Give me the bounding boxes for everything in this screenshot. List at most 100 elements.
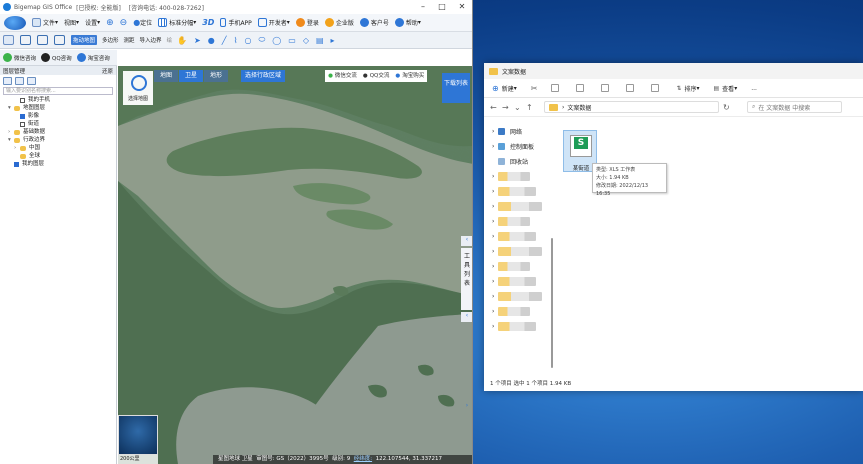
layer-tree-item[interactable]: 我的图层 [4, 160, 116, 168]
view-button[interactable]: ▤ 查看 ▾ [714, 84, 738, 93]
taobao-buy-button[interactable]: ● 淘宝购买 [392, 70, 428, 82]
layer-tree-item[interactable]: › 基础数据 [4, 128, 116, 136]
nav-scrollbar[interactable] [551, 238, 553, 368]
layer-search-input[interactable]: 输入要识别名称搜索... [3, 87, 113, 95]
coords-label-link[interactable]: 经纬度: [354, 456, 372, 462]
layer-checkbox[interactable] [14, 161, 19, 167]
back-icon[interactable]: ← [490, 103, 502, 112]
nav-item-folder[interactable]: › [484, 274, 554, 289]
copy-icon[interactable] [551, 84, 562, 92]
address-bar[interactable]: › 文案数据 [544, 101, 719, 113]
add-folder-icon[interactable] [3, 76, 12, 85]
close-icon[interactable]: ✕ [452, 0, 472, 14]
maximize-icon[interactable]: □ [432, 0, 452, 14]
polyline-icon[interactable]: ⌇ [234, 36, 238, 45]
layer-tree-item[interactable]: 全球 [4, 152, 116, 160]
nav-item-recycle-bin[interactable]: 回收站 [484, 154, 554, 169]
up-icon[interactable]: ↑ [526, 103, 538, 112]
tab-satellite[interactable]: 卫星 [179, 70, 204, 82]
chevron-down-icon[interactable]: ⌄ [514, 103, 526, 112]
layer-tree-item[interactable]: ▾ 行政边界 [4, 136, 116, 144]
sort-button[interactable]: ⇅ 排序 ▾ [676, 84, 699, 93]
drag-map-button[interactable]: 拖动地图 [71, 35, 98, 45]
nav-item-folder[interactable]: › [484, 229, 554, 244]
circle-icon[interactable]: ○ [244, 36, 251, 45]
nav-item-folder[interactable]: › [484, 259, 554, 274]
wechat-exchange-button[interactable]: ● 微信交流 [325, 70, 360, 82]
polygon-button[interactable]: 多边形 [102, 36, 119, 44]
ellipse-icon[interactable]: ◯ [272, 36, 281, 45]
menu-tiles[interactable]: 标准分幅 ▾ [158, 18, 196, 27]
layer-tree-item[interactable]: ▾ 地图图层 [4, 104, 116, 112]
tile-icon[interactable] [54, 35, 65, 45]
layer-checkbox[interactable] [20, 113, 25, 119]
menu-view[interactable]: 视图 ▾ [64, 18, 79, 27]
cursor-icon[interactable]: ➤ [194, 36, 201, 45]
paste-icon[interactable] [576, 84, 587, 92]
more-button[interactable]: ... [751, 85, 757, 92]
explorer-search-input[interactable]: ⌕ 在 文案数据 中搜索 [747, 101, 842, 113]
login-button[interactable]: 登录 [295, 18, 319, 27]
layers-icon[interactable] [37, 35, 48, 45]
customer-button[interactable]: 客户号 [359, 18, 389, 27]
open-icon[interactable] [3, 35, 14, 45]
nav-item-folder[interactable]: › [484, 199, 554, 214]
zoom-in-icon[interactable]: ⊕ [106, 18, 114, 28]
share-icon[interactable] [626, 84, 637, 92]
menu-3d[interactable]: 3D [202, 18, 214, 27]
nav-item-network[interactable]: › 网络 [484, 124, 554, 139]
menu-locate[interactable]: ● 定位 [133, 18, 152, 27]
select-region-button[interactable]: 选择行政区域 [241, 70, 286, 82]
nav-item-control-panel[interactable]: › 控制面板 [484, 139, 554, 154]
save-icon[interactable] [20, 35, 31, 45]
tag-icon[interactable]: ◇ [303, 36, 309, 45]
menu-settings[interactable]: 设置 ▾ [85, 18, 100, 27]
menu-developer[interactable]: 开发者 ▾ [257, 18, 290, 27]
taobao-consult-button[interactable]: 淘宝咨询 [76, 53, 110, 62]
minimize-icon[interactable]: – [413, 0, 433, 14]
more-tools-icon[interactable]: ▸ [331, 36, 335, 45]
chevron-right-icon[interactable]: › [461, 402, 472, 412]
text-icon[interactable]: ▤ [316, 36, 324, 45]
search-layer-icon[interactable] [27, 76, 36, 85]
forward-icon[interactable]: → [502, 103, 514, 112]
layer-tree-item[interactable]: › 中国 [4, 144, 116, 152]
tab-map[interactable]: 地图 [154, 70, 179, 82]
tools-list-panel-toggle[interactable]: 工 具 列 表 [461, 248, 472, 310]
nav-item-folder[interactable]: › [484, 319, 554, 334]
tab-terrain[interactable]: 地形 [204, 70, 229, 82]
map-selector-logo[interactable]: 选择地图 [123, 71, 153, 105]
rectangle-icon[interactable]: ▭ [288, 36, 296, 45]
map-view[interactable]: 地图 卫星 地形 选择行政区域 ● 微信交流 ● QQ交流 ● 淘宝购买 选择地图 下… [118, 66, 472, 464]
marker-icon[interactable]: ● [208, 36, 215, 45]
menu-mobile-app[interactable]: 手机APP [220, 18, 252, 27]
qq-exchange-button[interactable]: ● QQ交流 [359, 70, 393, 82]
new-button[interactable]: ⊕ 新建 ▾ [492, 84, 517, 93]
chevron-left-icon[interactable]: ‹ [461, 236, 472, 246]
hand-icon[interactable]: ✋ [177, 36, 187, 45]
nav-item-folder[interactable]: › [484, 244, 554, 259]
measure-button[interactable]: 测距 [124, 36, 135, 44]
chevron-left-icon[interactable]: ‹ [461, 312, 472, 322]
cut-icon[interactable]: ✂ [531, 84, 538, 93]
refresh-icon[interactable]: ↻ [723, 103, 735, 112]
nav-item-folder[interactable]: › [484, 184, 554, 199]
enterprise-button[interactable]: 企业版 [324, 18, 354, 27]
import-boundary-button[interactable]: 导入边界 [140, 36, 162, 44]
nav-item-folder[interactable]: › [484, 304, 554, 319]
restore-button[interactable]: 还原 [102, 67, 113, 75]
layer-tree-item[interactable]: 我的手机 [4, 96, 116, 104]
layer-tree-item[interactable]: 街道 [4, 120, 116, 128]
nav-item-folder[interactable]: › [484, 169, 554, 184]
nav-item-folder[interactable]: › [484, 289, 554, 304]
freehand-icon[interactable]: ⬭ [258, 35, 265, 45]
mini-globe[interactable] [118, 415, 158, 455]
nav-item-folder[interactable]: › [484, 214, 554, 229]
layer-tree-item[interactable]: 影像 [4, 112, 116, 120]
layer-checkbox[interactable] [20, 97, 25, 103]
download-list-button[interactable]: 下载列表 [442, 73, 470, 103]
layer-checkbox[interactable] [20, 121, 25, 127]
help-button[interactable]: 帮助 ▾ [394, 18, 421, 27]
rename-icon[interactable] [601, 84, 612, 92]
table-icon[interactable] [15, 76, 24, 85]
